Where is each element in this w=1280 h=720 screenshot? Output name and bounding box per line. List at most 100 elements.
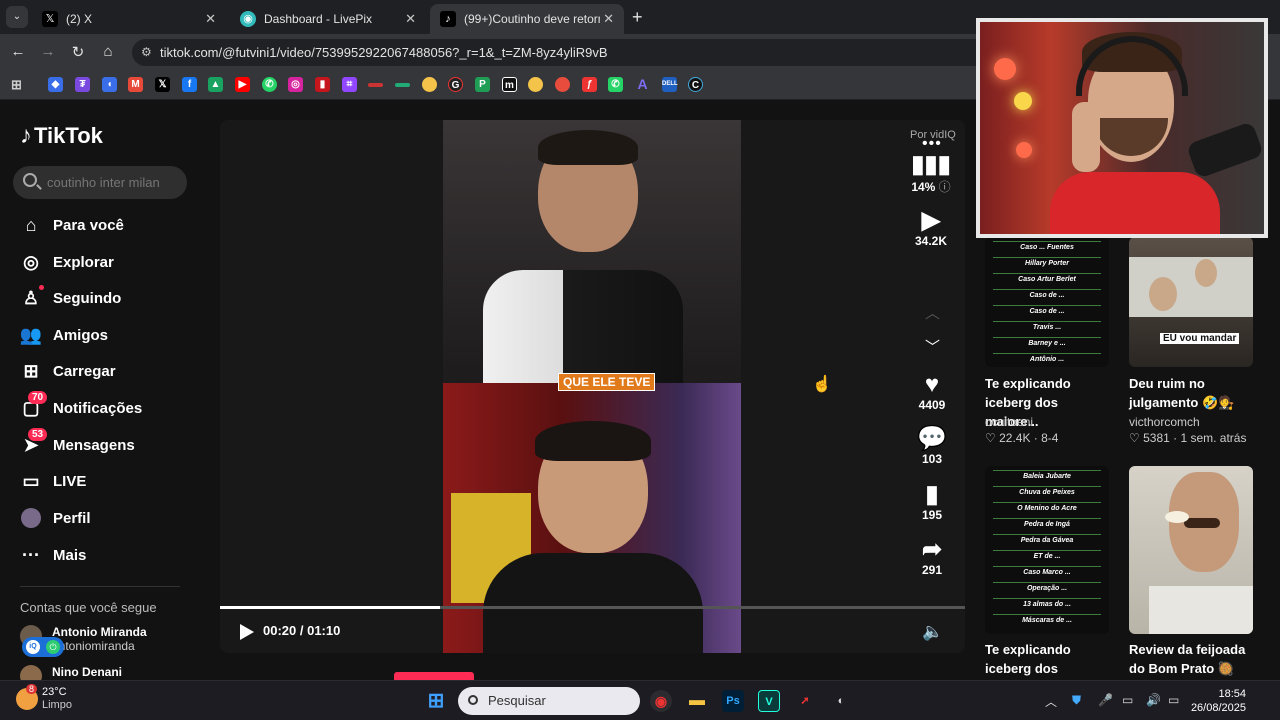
- bookmark-icon[interactable]: ✆: [608, 77, 623, 92]
- play-pause-button[interactable]: [240, 624, 254, 640]
- tab-livepix[interactable]: ◉ Dashboard - LivePix ✕: [230, 4, 426, 34]
- rec-title[interactable]: Review da feijoada do Bom Prato 🥘: [1129, 640, 1259, 678]
- bookmark-icon[interactable]: M: [128, 77, 143, 92]
- tab-x[interactable]: 𝕏 (2) X ✕: [32, 4, 226, 34]
- rec-title[interactable]: Deu ruim no julgamento 🤣🧑‍⚖️: [1129, 374, 1259, 412]
- instagram-icon[interactable]: ◎: [288, 77, 303, 92]
- progress-bar[interactable]: [220, 606, 965, 609]
- bookmark-icon[interactable]: ◆: [48, 77, 63, 92]
- display-icon[interactable]: ▭: [1122, 693, 1133, 707]
- iceberg-row: Caso ... Fuentes: [993, 241, 1101, 253]
- close-tab-icon[interactable]: ✕: [603, 11, 614, 27]
- whatsapp-icon[interactable]: ✆: [262, 77, 277, 92]
- youtube-icon[interactable]: ▶: [235, 77, 250, 92]
- search-input[interactable]: [47, 166, 182, 199]
- bookmark-icon[interactable]: ƒ: [582, 77, 597, 92]
- nav-explorar[interactable]: ◎ Explorar: [20, 249, 114, 275]
- bookmark-icon[interactable]: [555, 77, 570, 92]
- x-icon[interactable]: 𝕏: [155, 77, 170, 92]
- nav-mensagens[interactable]: ➤ 53 Mensagens: [20, 428, 135, 458]
- nav-mais[interactable]: ··· Mais: [20, 542, 86, 568]
- reload-icon[interactable]: ↻: [68, 43, 88, 61]
- iceberg-row: Operação ...: [993, 582, 1101, 594]
- tab-tiktok[interactable]: ♪ (99+)Coutinho deve retornar à ✕: [430, 4, 624, 34]
- obs-icon[interactable]: ◐: [830, 690, 852, 712]
- drive-icon[interactable]: ▲: [208, 77, 223, 92]
- bookmark-icon[interactable]: [528, 77, 543, 92]
- url-bar[interactable]: ⚙ tiktok.com/@futvini1/video/75399529220…: [132, 39, 992, 66]
- save-button[interactable]: ▮ 195: [902, 482, 962, 523]
- bookmark-icon[interactable]: DELL: [662, 77, 678, 92]
- nav-seguindo[interactable]: ♙ Seguindo: [20, 285, 121, 311]
- comment-button[interactable]: 💬 103: [902, 426, 962, 467]
- close-tab-icon[interactable]: ✕: [405, 11, 416, 27]
- bookmark-icon[interactable]: [395, 83, 410, 87]
- apps-grid-icon[interactable]: ⊞: [9, 77, 24, 92]
- profile-avatar: [20, 507, 42, 529]
- twitch-icon[interactable]: ⌗: [342, 77, 357, 92]
- chrome-icon[interactable]: ◉: [650, 690, 672, 712]
- rec-author[interactable]: ocultoeni: [985, 415, 1033, 429]
- nav-notificacoes[interactable]: ▢ 70 Notificações: [20, 391, 142, 421]
- facebook-icon[interactable]: f: [182, 77, 197, 92]
- bookmark-icon[interactable]: G: [448, 77, 463, 92]
- speaker-icon[interactable]: 🔊: [1146, 693, 1161, 707]
- bookmark-icon[interactable]: ◖: [102, 77, 117, 92]
- bookmark-icon[interactable]: P: [475, 77, 490, 92]
- mic-icon[interactable]: 🎤: [1098, 693, 1113, 707]
- security-icon[interactable]: ⛊: [1072, 693, 1081, 708]
- bookmark-icon[interactable]: [422, 77, 437, 92]
- previous-video-icon[interactable]: ︿: [925, 302, 940, 323]
- forward-icon[interactable]: →: [38, 43, 58, 60]
- nav-para-voce[interactable]: ⌂ Para você: [20, 212, 124, 238]
- back-icon[interactable]: ←: [8, 43, 28, 60]
- views-button[interactable]: ▶ 34.2K: [901, 208, 961, 249]
- volume-icon[interactable]: 🔈: [922, 622, 943, 642]
- taskbar-search[interactable]: Pesquisar: [458, 687, 640, 715]
- vegas-icon[interactable]: V: [758, 690, 780, 712]
- iceberg-row: Pedra de Ingá: [993, 518, 1101, 530]
- close-tab-icon[interactable]: ✕: [205, 11, 216, 27]
- rec-thumbnail[interactable]: Caso ... Fuentes Hillary Porter Caso Artur…: [985, 237, 1109, 367]
- like-button[interactable]: ♥ 4409: [902, 371, 962, 413]
- site-info-icon[interactable]: ⚙: [141, 39, 152, 66]
- stats-button[interactable]: ▮▮▮ 14% ⓘ: [901, 152, 961, 195]
- next-video-icon[interactable]: ﹀: [925, 336, 940, 357]
- nav-carregar[interactable]: ⊞ Carregar: [20, 358, 115, 384]
- new-tab-button[interactable]: +: [632, 7, 643, 28]
- bookmark-icon[interactable]: ₮: [75, 77, 90, 92]
- floating-widget[interactable]: iQ ⏻: [22, 637, 64, 657]
- app-icon[interactable]: ➚: [794, 690, 816, 712]
- tiktok-logo[interactable]: ♪ TikTok: [20, 122, 103, 150]
- home-icon[interactable]: ⌂: [98, 43, 118, 60]
- video-frame[interactable]: QUE ELE TEVE: [443, 120, 741, 653]
- search-box[interactable]: [13, 166, 187, 199]
- info-icon: ⓘ: [935, 180, 951, 194]
- clock[interactable]: 18:54 26/08/2025: [1190, 687, 1246, 715]
- tray-chevron-icon[interactable]: ︿: [1045, 693, 1057, 710]
- nav-perfil[interactable]: Perfil: [20, 505, 91, 531]
- nav-amigos[interactable]: 👥 Amigos: [20, 322, 108, 348]
- heart-icon: ♥: [924, 371, 940, 398]
- share-button[interactable]: ➦ 291: [902, 537, 962, 578]
- bookmark-icon[interactable]: A: [635, 77, 650, 92]
- mouse-cursor: ☝: [812, 376, 832, 393]
- bookmark-icon[interactable]: ▮: [315, 77, 330, 92]
- photoshop-icon[interactable]: Ps: [722, 690, 744, 712]
- windows-start-icon[interactable]: ⊞: [425, 690, 447, 712]
- bookmark-icon[interactable]: C: [688, 77, 703, 92]
- bookmark-icon[interactable]: m: [502, 77, 517, 92]
- rec-thumbnail[interactable]: EU vou mandar: [1129, 237, 1253, 367]
- rec-author[interactable]: victhorcomch: [1129, 415, 1200, 429]
- nav-live[interactable]: ▭ LIVE: [20, 468, 86, 494]
- weather-widget[interactable]: 8 23°C Limpo: [16, 684, 72, 712]
- spoon: [1165, 511, 1189, 523]
- rec-thumbnail[interactable]: [1129, 466, 1253, 634]
- file-explorer-icon[interactable]: ▬: [686, 690, 708, 712]
- friends-icon: 👥: [19, 324, 43, 345]
- battery-icon[interactable]: ▭: [1168, 693, 1179, 707]
- rec-thumbnail[interactable]: Baleia Jubarte Chuva de Peixes O Menino do…: [985, 466, 1109, 634]
- bookmark-icon[interactable]: [368, 83, 383, 87]
- video-player[interactable]: QUE ELE TEVE Por vidIQ ••• ▮▮▮ 14% ⓘ ▶ 3…: [220, 120, 965, 653]
- tab-search-button[interactable]: ⌄: [6, 6, 28, 28]
